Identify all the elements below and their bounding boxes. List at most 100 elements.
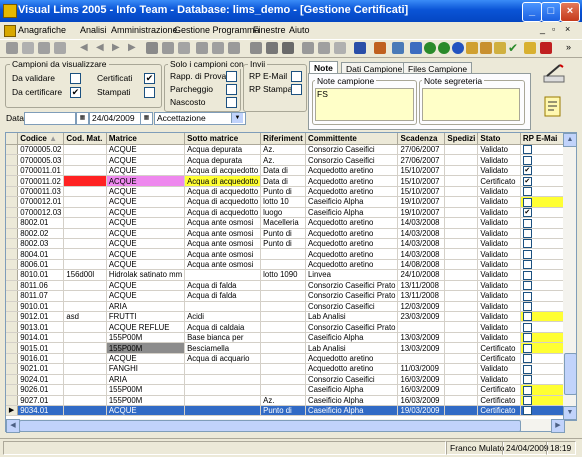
cell-riferimenti[interactable] xyxy=(260,248,306,260)
header-sotto-matrice[interactable]: Sotto matrice xyxy=(184,133,262,145)
cell-cod-mat[interactable] xyxy=(63,144,107,156)
table-row[interactable]: 9012.01 asd FRUTTI Acidi Lab Analisi 23/03/20… xyxy=(6,311,564,323)
cell-spedizione[interactable] xyxy=(444,269,479,281)
cell-committente[interactable]: Acquedotto aretino xyxy=(305,186,399,198)
table-row[interactable]: 9013.01 ACQUE REFLUE Acqua di caldaia Conso… xyxy=(6,321,564,333)
find-next-icon[interactable] xyxy=(162,42,174,54)
rp-email-row-checkbox[interactable] xyxy=(522,395,532,405)
refresh-icon[interactable] xyxy=(452,42,464,54)
cell-codice[interactable]: 0700005.03 xyxy=(17,154,65,166)
menu-gestione-programma[interactable]: Gestione Programma xyxy=(174,25,260,35)
cell-matrice[interactable]: 155P00M xyxy=(106,384,186,396)
cell-sotto-matrice[interactable] xyxy=(184,374,262,386)
cell-scadenza[interactable]: 13/11/2008 xyxy=(397,280,446,292)
scroll-right-icon[interactable]: ▶ xyxy=(551,419,565,433)
cell-matrice[interactable]: ACQUE xyxy=(106,238,186,250)
cell-spedizione[interactable] xyxy=(444,301,479,313)
cell-committente[interactable]: Consorzio Caseifici xyxy=(305,144,399,156)
row-indicator[interactable] xyxy=(6,395,19,406)
sign-certificate-icon[interactable] xyxy=(542,62,566,86)
cell-sotto-matrice[interactable]: Acqua di falda xyxy=(184,280,262,292)
cell-stato[interactable]: Validato xyxy=(477,196,521,208)
da-certificare-checkbox[interactable]: ✔ xyxy=(70,87,81,98)
cell-riferimenti[interactable]: Data di xyxy=(260,165,306,177)
header-matrice[interactable]: Matrice xyxy=(106,133,186,145)
rp-email-row-checkbox[interactable] xyxy=(522,385,532,394)
header-riferimenti[interactable]: Riferiment xyxy=(260,133,306,145)
cell-codice[interactable]: 8011.06 xyxy=(17,280,65,292)
vertical-scrollbar[interactable]: ▲ ▼ xyxy=(563,132,577,421)
minimize-icon[interactable]: _ xyxy=(522,2,542,22)
cell-sotto-matrice[interactable]: Acqua di caldaia xyxy=(184,321,262,333)
cell-spedizione[interactable] xyxy=(444,228,479,239)
row-indicator[interactable] xyxy=(6,301,19,313)
cell-scadenza[interactable]: 15/10/2007 xyxy=(397,175,446,187)
table-row[interactable]: 8010.01 156d00l Hidrolak satinato mm lotto … xyxy=(6,269,564,281)
notes-icon[interactable] xyxy=(494,42,506,54)
cell-cod-mat[interactable] xyxy=(63,238,107,250)
cell-spedizione[interactable] xyxy=(444,321,479,333)
cell-rp-email[interactable] xyxy=(520,186,564,198)
cell-stato[interactable]: Certificato xyxy=(477,342,521,354)
cell-codice[interactable]: 9021.01 xyxy=(17,363,65,375)
cell-scadenza[interactable]: 27/06/2007 xyxy=(397,154,446,166)
rp-email-row-checkbox[interactable] xyxy=(522,249,532,259)
cell-codice[interactable]: 0700011.01 xyxy=(17,165,65,177)
last-icon[interactable]: ▶ xyxy=(128,42,140,54)
cell-sotto-matrice[interactable]: Base bianca per xyxy=(184,332,262,344)
cell-cod-mat[interactable]: 156d00l xyxy=(63,269,107,281)
cell-committente[interactable]: Acquedotto aretino xyxy=(305,175,399,187)
cell-matrice[interactable]: ACQUE xyxy=(106,405,186,417)
row-indicator[interactable] xyxy=(6,196,19,208)
rp-email-row-checkbox[interactable] xyxy=(522,354,532,363)
rp-email-row-checkbox[interactable] xyxy=(522,302,532,311)
cell-committente[interactable]: Lab Analisi xyxy=(305,342,399,354)
cell-spedizione[interactable] xyxy=(444,165,479,177)
cell-codice[interactable]: 9010.01 xyxy=(17,301,65,313)
row-indicator[interactable] xyxy=(6,165,19,177)
row-indicator[interactable] xyxy=(6,248,19,260)
cell-spedizione[interactable] xyxy=(444,384,479,396)
cell-codice[interactable]: 9034.01 xyxy=(17,405,65,417)
rp-email-row-checkbox[interactable] xyxy=(522,270,532,280)
cell-cod-mat[interactable] xyxy=(63,154,107,166)
cell-spedizione[interactable] xyxy=(444,290,479,302)
cell-stato[interactable]: Validato xyxy=(477,290,521,302)
cell-riferimenti[interactable] xyxy=(260,311,306,323)
cell-stato[interactable]: Validato xyxy=(477,207,521,219)
cell-matrice[interactable]: ACQUE xyxy=(106,259,186,271)
cell-matrice[interactable]: Hidrolak satinato mm xyxy=(106,269,186,281)
cell-stato[interactable]: Validato xyxy=(477,248,521,260)
cell-sotto-matrice[interactable]: Acqua di acquedotto xyxy=(184,175,262,187)
row-indicator[interactable] xyxy=(6,384,19,396)
cell-sotto-matrice[interactable]: Acidi xyxy=(184,311,262,323)
scroll-left-icon[interactable]: ◀ xyxy=(6,419,20,433)
go-icon[interactable] xyxy=(424,42,436,54)
data-from-field[interactable] xyxy=(24,112,76,125)
cell-codice[interactable]: 0700005.02 xyxy=(17,144,65,156)
horizontal-scroll-thumb[interactable] xyxy=(19,420,521,432)
cell-sotto-matrice[interactable]: Acqua di acquario xyxy=(184,353,262,365)
cell-sotto-matrice[interactable] xyxy=(184,269,262,281)
cell-sotto-matrice[interactable] xyxy=(184,405,262,417)
up-icon[interactable] xyxy=(354,42,366,54)
cell-cod-mat[interactable] xyxy=(63,332,107,344)
rp-email-row-checkbox[interactable] xyxy=(522,281,532,290)
row-indicator[interactable] xyxy=(6,342,19,354)
header-rp-email[interactable]: RP E-Mai xyxy=(520,133,564,145)
cell-rp-email[interactable] xyxy=(520,321,564,333)
row-indicator[interactable] xyxy=(6,269,19,281)
app-icon[interactable] xyxy=(3,4,17,18)
window-icon[interactable] xyxy=(410,42,422,54)
cell-spedizione[interactable] xyxy=(444,154,479,166)
cell-spedizione[interactable] xyxy=(444,363,479,375)
calculator-icon[interactable] xyxy=(466,42,478,54)
header-committente[interactable]: Committente xyxy=(305,133,399,145)
calendar-icon[interactable] xyxy=(480,42,492,54)
cell-stato[interactable]: Certificato xyxy=(477,353,521,365)
cell-scadenza[interactable]: 19/10/2007 xyxy=(397,196,446,208)
row-indicator[interactable] xyxy=(6,154,19,166)
cell-riferimenti[interactable] xyxy=(260,374,306,386)
cell-riferimenti[interactable]: Az. xyxy=(260,154,306,166)
cell-committente[interactable]: Acquedotto aretino xyxy=(305,228,399,239)
